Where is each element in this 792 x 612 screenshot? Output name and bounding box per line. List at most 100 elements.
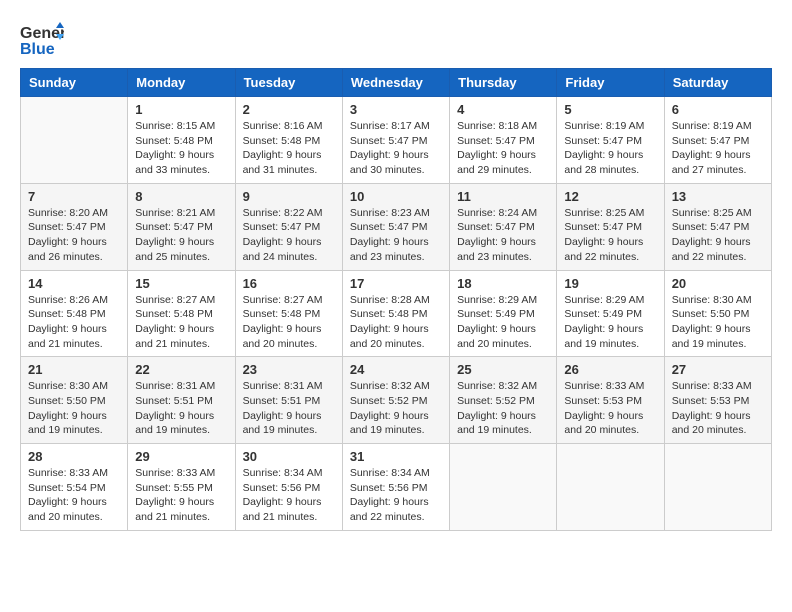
day-number: 31 (350, 449, 442, 464)
day-number: 16 (243, 276, 335, 291)
day-number: 1 (135, 102, 227, 117)
day-info: Sunrise: 8:33 AMSunset: 5:55 PMDaylight:… (135, 466, 227, 525)
svg-text:Blue: Blue (20, 41, 55, 58)
day-number: 14 (28, 276, 120, 291)
day-number: 13 (672, 189, 764, 204)
calendar-cell: 31Sunrise: 8:34 AMSunset: 5:56 PMDayligh… (342, 444, 449, 531)
day-info: Sunrise: 8:24 AMSunset: 5:47 PMDaylight:… (457, 206, 549, 265)
day-info: Sunrise: 8:32 AMSunset: 5:52 PMDaylight:… (457, 379, 549, 438)
day-number: 3 (350, 102, 442, 117)
day-info: Sunrise: 8:33 AMSunset: 5:53 PMDaylight:… (564, 379, 656, 438)
day-number: 12 (564, 189, 656, 204)
calendar-week-row: 14 Sunrise: 8:26 AMSunset: 5:48 PMDayligh… (21, 270, 772, 357)
day-number: 10 (350, 189, 442, 204)
day-info: Sunrise: 8:22 AMSunset: 5:47 PMDaylight:… (243, 206, 335, 265)
day-number: 2 (243, 102, 335, 117)
calendar-cell: 26 Sunrise: 8:33 AMSunset: 5:53 PMDayligh… (557, 357, 664, 444)
weekday-header-tuesday: Tuesday (235, 69, 342, 97)
weekday-header-friday: Friday (557, 69, 664, 97)
calendar-cell: 6 Sunrise: 8:19 AMSunset: 5:47 PMDaylight… (664, 97, 771, 184)
day-number: 4 (457, 102, 549, 117)
day-info: Sunrise: 8:29 AMSunset: 5:49 PMDaylight:… (564, 293, 656, 352)
day-info: Sunrise: 8:20 AMSunset: 5:47 PMDaylight:… (28, 206, 120, 265)
day-number: 15 (135, 276, 227, 291)
day-info: Sunrise: 8:31 AMSunset: 5:51 PMDaylight:… (135, 379, 227, 438)
calendar-cell: 18 Sunrise: 8:29 AMSunset: 5:49 PMDayligh… (450, 270, 557, 357)
calendar-week-row: 7Sunrise: 8:20 AMSunset: 5:47 PMDaylight… (21, 183, 772, 270)
day-info: Sunrise: 8:32 AMSunset: 5:52 PMDaylight:… (350, 379, 442, 438)
page-header: General Blue (20, 20, 772, 58)
day-number: 19 (564, 276, 656, 291)
calendar-cell: 7Sunrise: 8:20 AMSunset: 5:47 PMDaylight… (21, 183, 128, 270)
day-info: Sunrise: 8:29 AMSunset: 5:49 PMDaylight:… (457, 293, 549, 352)
weekday-header-saturday: Saturday (664, 69, 771, 97)
weekday-header-thursday: Thursday (450, 69, 557, 97)
day-info: Sunrise: 8:34 AMSunset: 5:56 PMDaylight:… (243, 466, 335, 525)
logo-icon: General Blue (20, 20, 64, 58)
day-info: Sunrise: 8:17 AMSunset: 5:47 PMDaylight:… (350, 119, 442, 178)
calendar-cell: 19 Sunrise: 8:29 AMSunset: 5:49 PMDayligh… (557, 270, 664, 357)
day-number: 20 (672, 276, 764, 291)
day-info: Sunrise: 8:30 AMSunset: 5:50 PMDaylight:… (28, 379, 120, 438)
day-info: Sunrise: 8:25 AMSunset: 5:47 PMDaylight:… (672, 206, 764, 265)
calendar-cell (664, 444, 771, 531)
day-number: 17 (350, 276, 442, 291)
day-info: Sunrise: 8:30 AMSunset: 5:50 PMDaylight:… (672, 293, 764, 352)
calendar-cell: 29 Sunrise: 8:33 AMSunset: 5:55 PMDayligh… (128, 444, 235, 531)
day-number: 30 (243, 449, 335, 464)
logo: General Blue (20, 20, 64, 58)
calendar-cell: 13 Sunrise: 8:25 AMSunset: 5:47 PMDayligh… (664, 183, 771, 270)
calendar-cell: 22 Sunrise: 8:31 AMSunset: 5:51 PMDayligh… (128, 357, 235, 444)
calendar-cell: 24 Sunrise: 8:32 AMSunset: 5:52 PMDayligh… (342, 357, 449, 444)
day-number: 6 (672, 102, 764, 117)
day-number: 25 (457, 362, 549, 377)
day-info: Sunrise: 8:18 AMSunset: 5:47 PMDaylight:… (457, 119, 549, 178)
day-number: 27 (672, 362, 764, 377)
day-number: 18 (457, 276, 549, 291)
weekday-header-monday: Monday (128, 69, 235, 97)
calendar-cell: 8 Sunrise: 8:21 AMSunset: 5:47 PMDaylight… (128, 183, 235, 270)
calendar-cell (450, 444, 557, 531)
calendar-cell: 20 Sunrise: 8:30 AMSunset: 5:50 PMDayligh… (664, 270, 771, 357)
day-info: Sunrise: 8:31 AMSunset: 5:51 PMDaylight:… (243, 379, 335, 438)
calendar-cell: 23Sunrise: 8:31 AMSunset: 5:51 PMDayligh… (235, 357, 342, 444)
day-info: Sunrise: 8:27 AMSunset: 5:48 PMDaylight:… (135, 293, 227, 352)
calendar-cell: 5Sunrise: 8:19 AMSunset: 5:47 PMDaylight… (557, 97, 664, 184)
day-number: 26 (564, 362, 656, 377)
day-info: Sunrise: 8:25 AMSunset: 5:47 PMDaylight:… (564, 206, 656, 265)
calendar-cell: 10Sunrise: 8:23 AMSunset: 5:47 PMDayligh… (342, 183, 449, 270)
calendar-cell: 27 Sunrise: 8:33 AMSunset: 5:53 PMDayligh… (664, 357, 771, 444)
day-info: Sunrise: 8:26 AMSunset: 5:48 PMDaylight:… (28, 293, 120, 352)
calendar-cell (557, 444, 664, 531)
calendar-cell: 21Sunrise: 8:30 AMSunset: 5:50 PMDayligh… (21, 357, 128, 444)
day-info: Sunrise: 8:28 AMSunset: 5:48 PMDaylight:… (350, 293, 442, 352)
day-info: Sunrise: 8:19 AMSunset: 5:47 PMDaylight:… (672, 119, 764, 178)
calendar-cell: 12 Sunrise: 8:25 AMSunset: 5:47 PMDayligh… (557, 183, 664, 270)
calendar-cell: 16 Sunrise: 8:27 AMSunset: 5:48 PMDayligh… (235, 270, 342, 357)
calendar-cell: 14 Sunrise: 8:26 AMSunset: 5:48 PMDayligh… (21, 270, 128, 357)
calendar-cell: 11 Sunrise: 8:24 AMSunset: 5:47 PMDayligh… (450, 183, 557, 270)
day-number: 22 (135, 362, 227, 377)
calendar-cell: 3 Sunrise: 8:17 AMSunset: 5:47 PMDaylight… (342, 97, 449, 184)
day-number: 29 (135, 449, 227, 464)
day-number: 9 (243, 189, 335, 204)
calendar-cell: 4 Sunrise: 8:18 AMSunset: 5:47 PMDaylight… (450, 97, 557, 184)
weekday-header-sunday: Sunday (21, 69, 128, 97)
day-info: Sunrise: 8:21 AMSunset: 5:47 PMDaylight:… (135, 206, 227, 265)
weekday-header-row: SundayMondayTuesdayWednesdayThursdayFrid… (21, 69, 772, 97)
day-info: Sunrise: 8:27 AMSunset: 5:48 PMDaylight:… (243, 293, 335, 352)
calendar-cell (21, 97, 128, 184)
day-info: Sunrise: 8:33 AMSunset: 5:54 PMDaylight:… (28, 466, 120, 525)
day-info: Sunrise: 8:15 AMSunset: 5:48 PMDaylight:… (135, 119, 227, 178)
day-number: 28 (28, 449, 120, 464)
day-number: 11 (457, 189, 549, 204)
day-info: Sunrise: 8:16 AMSunset: 5:48 PMDaylight:… (243, 119, 335, 178)
day-number: 5 (564, 102, 656, 117)
calendar-week-row: 28 Sunrise: 8:33 AMSunset: 5:54 PMDayligh… (21, 444, 772, 531)
weekday-header-wednesday: Wednesday (342, 69, 449, 97)
day-number: 8 (135, 189, 227, 204)
calendar-cell: 25 Sunrise: 8:32 AMSunset: 5:52 PMDayligh… (450, 357, 557, 444)
day-number: 24 (350, 362, 442, 377)
day-info: Sunrise: 8:33 AMSunset: 5:53 PMDaylight:… (672, 379, 764, 438)
calendar-cell: 17 Sunrise: 8:28 AMSunset: 5:48 PMDayligh… (342, 270, 449, 357)
